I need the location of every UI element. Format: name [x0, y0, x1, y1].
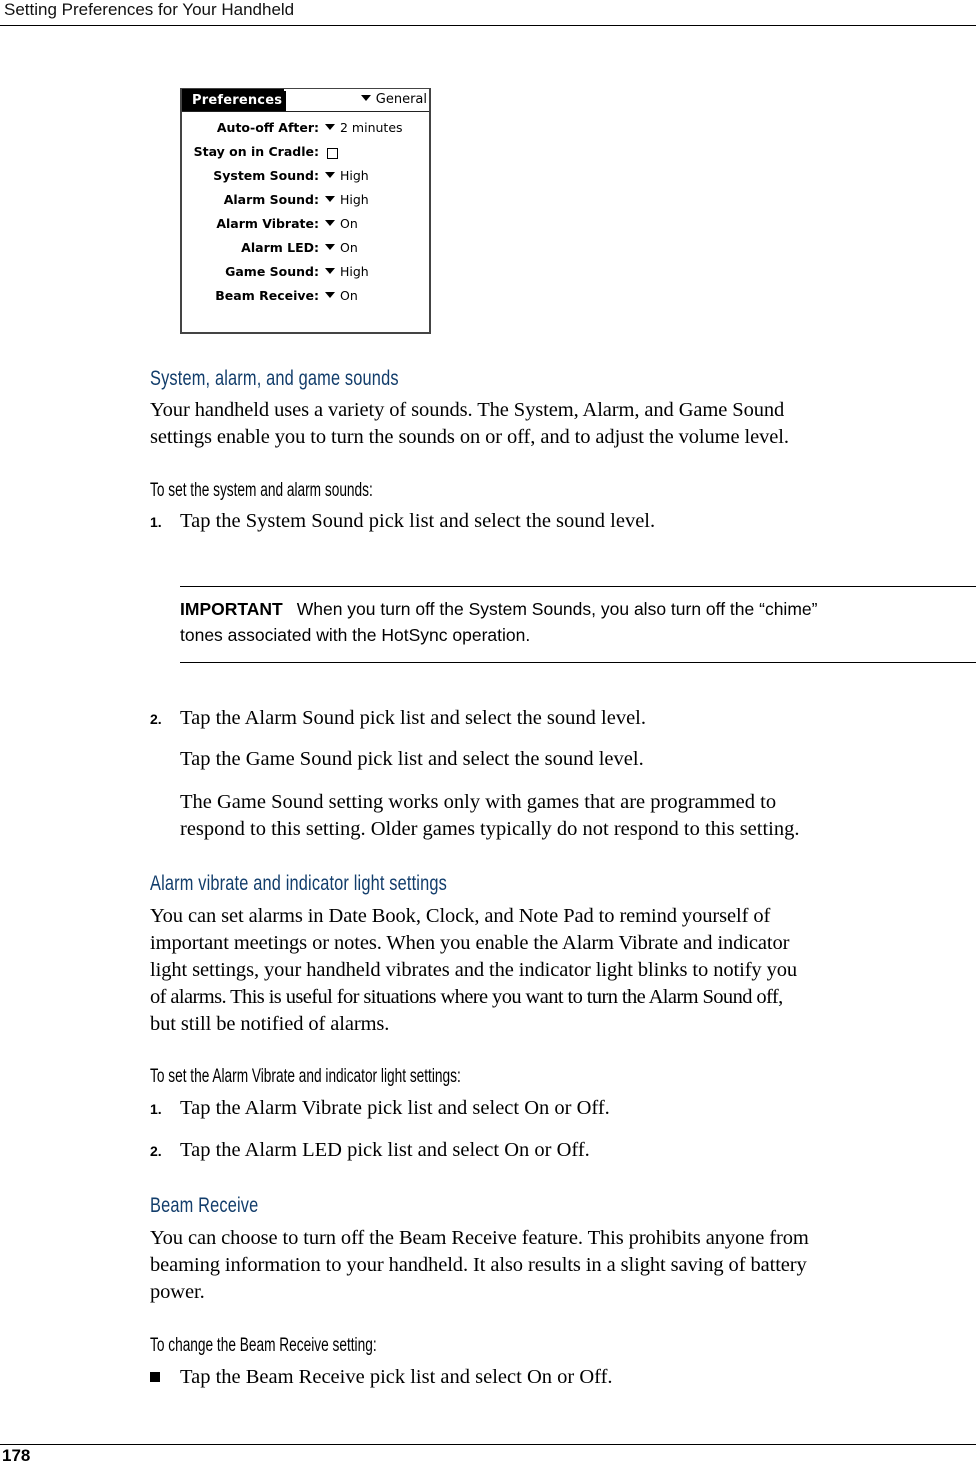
row-beam-receive: Beam Receive: On [182, 285, 429, 309]
beam-body-line-2: beaming information to your handheld. It… [150, 1254, 807, 1276]
sounds-body-line-1: Your handheld uses a variety of sounds. … [150, 399, 785, 421]
step-number: 2. [150, 1143, 162, 1159]
game-sound-label: Game Sound: [225, 264, 319, 279]
alarm-led-value: On [340, 240, 358, 255]
procedure-heading-beam-receive: To change the Beam Receive setting: [150, 1335, 377, 1356]
game-sound-value: High [340, 264, 369, 279]
section-heading-alarm-vibrate: Alarm vibrate and indicator light settin… [150, 872, 447, 895]
category-picklist[interactable]: General [360, 91, 427, 109]
system-sound-picklist[interactable]: High [325, 167, 369, 185]
dropdown-triangle-icon [325, 220, 335, 226]
dropdown-triangle-icon [325, 292, 335, 298]
note-text: IMPORTANT When you turn off the System So… [180, 596, 976, 648]
sounds-step-2-continuation: Tap the Game Sound pick list and select … [180, 748, 644, 770]
game-sound-picklist[interactable]: High [325, 263, 369, 281]
header-rule [0, 25, 976, 26]
alarm-body-line-5: but still be notified of alarms. [150, 1013, 390, 1035]
procedure-heading-alarm-vibrate: To set the Alarm Vibrate and indicator l… [150, 1066, 461, 1087]
sounds-step-2-note: The Game Sound setting works only with g… [180, 789, 976, 843]
auto-off-label: Auto-off After: [216, 120, 319, 135]
beam-receive-body: You can choose to turn off the Beam Rece… [150, 1225, 976, 1306]
stay-on-checkbox[interactable] [327, 148, 338, 159]
alarm-led-picklist[interactable]: On [325, 239, 358, 257]
step-text: Tap the Alarm Sound pick list and select… [180, 707, 646, 729]
preferences-screenshot: Preferences General Auto-off After: 2 mi… [180, 88, 431, 334]
step-number: 1. [150, 514, 162, 530]
alarm-led-label: Alarm LED: [241, 240, 319, 255]
important-note: IMPORTANT When you turn off the System So… [180, 586, 976, 663]
alarm-sound-picklist[interactable]: High [325, 191, 369, 209]
palm-title-bar: Preferences General [182, 89, 429, 112]
section-heading-beam-receive: Beam Receive [150, 1194, 259, 1217]
beam-body-line-1: You can choose to turn off the Beam Rece… [150, 1227, 809, 1249]
alarm-body-line-1: You can set alarms in Date Book, Clock, … [150, 905, 771, 927]
system-sound-label: System Sound: [213, 168, 319, 183]
stay-on-label: Stay on in Cradle: [193, 144, 319, 159]
beam-receive-label: Beam Receive: [215, 288, 319, 303]
alarm-body-line-2: important meetings or notes. When you en… [150, 932, 790, 954]
note-line-1: When you turn off the System Sounds, you… [296, 599, 818, 619]
page-number: 178 [2, 1446, 31, 1465]
row-auto-off: Auto-off After: 2 minutes [182, 117, 429, 141]
section-heading-sounds: System, alarm, and game sounds [150, 367, 399, 390]
alarm-sound-value: High [340, 192, 369, 207]
alarm-body-line-3: light settings, your handheld vibrates a… [150, 959, 798, 981]
step-text: Tap the Alarm LED pick list and select O… [180, 1139, 590, 1161]
row-alarm-vibrate: Alarm Vibrate: On [182, 213, 429, 237]
bullet-square-icon [150, 1372, 160, 1382]
step-number: 1. [150, 1101, 162, 1117]
bullet-text: Tap the Beam Receive pick list and selec… [180, 1366, 613, 1388]
beam-receive-value: On [340, 288, 358, 303]
row-alarm-led: Alarm LED: On [182, 237, 429, 261]
alarm-vibrate-body: You can set alarms in Date Book, Clock, … [150, 903, 976, 1038]
step-note-line-1: The Game Sound setting works only with g… [180, 791, 777, 813]
dropdown-triangle-icon [325, 244, 335, 250]
alarm-body-line-4: of alarms. This is useful for situations… [150, 986, 783, 1008]
row-alarm-sound: Alarm Sound: High [182, 189, 429, 213]
dropdown-triangle-icon [325, 124, 335, 130]
palm-title: Preferences [188, 91, 287, 111]
beam-body-line-3: power. [150, 1281, 205, 1303]
dropdown-triangle-icon [360, 95, 371, 101]
row-stay-on-in-cradle: Stay on in Cradle: [182, 141, 429, 165]
step-text: Tap the Alarm Vibrate pick list and sele… [180, 1097, 610, 1119]
running-header: Setting Preferences for Your Handheld [4, 0, 295, 19]
alarm-vibrate-picklist[interactable]: On [325, 215, 358, 233]
procedure-heading-sounds: To set the system and alarm sounds: [150, 480, 373, 501]
step-text: Tap the System Sound pick list and selec… [180, 510, 656, 532]
alarm-vibrate-value: On [340, 216, 358, 231]
system-sound-value: High [340, 168, 369, 183]
auto-off-picklist[interactable]: 2 minutes [325, 119, 403, 137]
alarm-sound-label: Alarm Sound: [223, 192, 319, 207]
note-label: IMPORTANT [180, 599, 283, 619]
note-line-2: tones associated with the HotSync operat… [180, 625, 531, 645]
sounds-body: Your handheld uses a variety of sounds. … [150, 397, 976, 451]
auto-off-value: 2 minutes [340, 120, 403, 135]
preference-rows: Auto-off After: 2 minutes Stay on in Cra… [182, 117, 429, 309]
row-game-sound: Game Sound: High [182, 261, 429, 285]
alarm-vibrate-label: Alarm Vibrate: [216, 216, 319, 231]
step-note-line-2: respond to this setting. Older games typ… [180, 818, 800, 840]
step-number: 2. [150, 711, 162, 727]
dropdown-triangle-icon [325, 196, 335, 202]
sounds-body-line-2: settings enable you to turn the sounds o… [150, 426, 789, 448]
category-value: General [375, 92, 427, 107]
dropdown-triangle-icon [325, 268, 335, 274]
footer-rule [0, 1444, 976, 1445]
beam-receive-picklist[interactable]: On [325, 287, 358, 305]
row-system-sound: System Sound: High [182, 165, 429, 189]
dropdown-triangle-icon [325, 172, 335, 178]
